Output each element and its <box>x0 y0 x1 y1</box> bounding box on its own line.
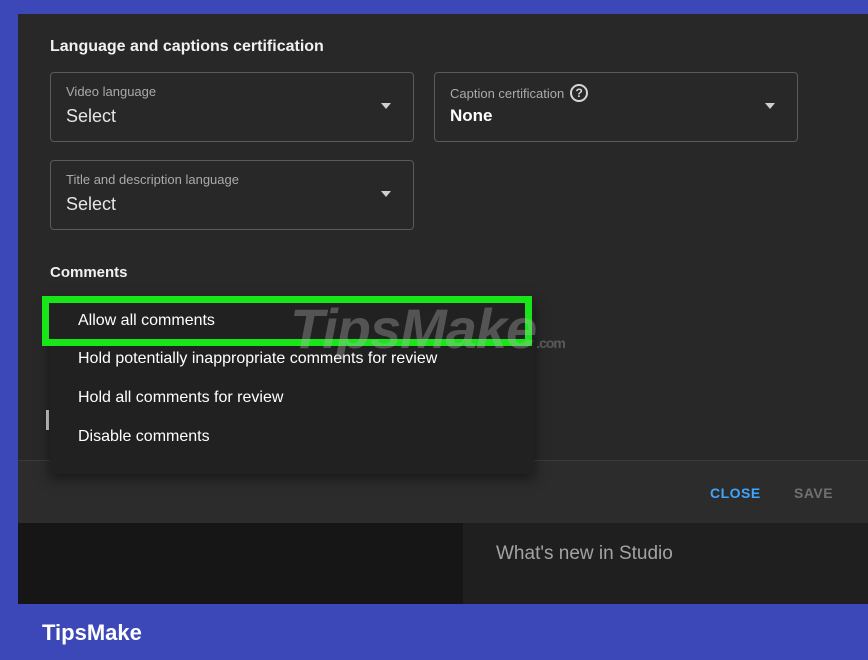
comments-section-title: Comments <box>50 264 128 281</box>
title-description-language-label: Title and description language <box>66 172 239 187</box>
caption-certification-label: Caption certification <box>450 85 565 101</box>
watermark-suffix: .com <box>536 335 566 351</box>
title-description-language-dropdown[interactable]: Title and description language Select <box>50 160 414 230</box>
save-button[interactable]: SAVE <box>794 485 833 501</box>
chevron-down-icon <box>765 103 775 109</box>
whats-new-heading: What's new in Studio <box>496 543 673 564</box>
menu-item-label: Disable comments <box>78 428 210 445</box>
radio-indicator <box>46 410 49 430</box>
chevron-down-icon <box>381 191 391 197</box>
menu-item-hold-all[interactable]: Hold all comments for review <box>50 380 534 418</box>
language-section-title: Language and captions certification <box>50 38 324 55</box>
studio-window: Language and captions certification Vide… <box>18 14 868 604</box>
video-language-label: Video language <box>66 84 157 99</box>
title-description-language-value: Select <box>66 194 117 214</box>
video-language-dropdown[interactable]: Video language Select <box>50 72 414 142</box>
close-button[interactable]: CLOSE <box>710 485 761 501</box>
chevron-down-icon <box>381 103 391 109</box>
caption-certification-dropdown[interactable]: Caption certification ? None <box>434 72 798 142</box>
video-language-value: Select <box>66 106 117 126</box>
brand-caption: TipsMake <box>42 620 142 645</box>
help-circle-icon[interactable]: ? <box>570 84 589 102</box>
studio-background: What's new in Studio <box>18 523 868 604</box>
menu-item-disable-comments[interactable]: Disable comments <box>50 419 534 457</box>
caption-certification-label-row: Caption certification ? <box>450 84 589 102</box>
caption-certification-value: None <box>450 106 493 125</box>
watermark: TipsMake.com <box>290 296 566 361</box>
menu-item-label: Hold all comments for review <box>78 389 284 406</box>
watermark-text: TipsMake <box>290 297 537 360</box>
